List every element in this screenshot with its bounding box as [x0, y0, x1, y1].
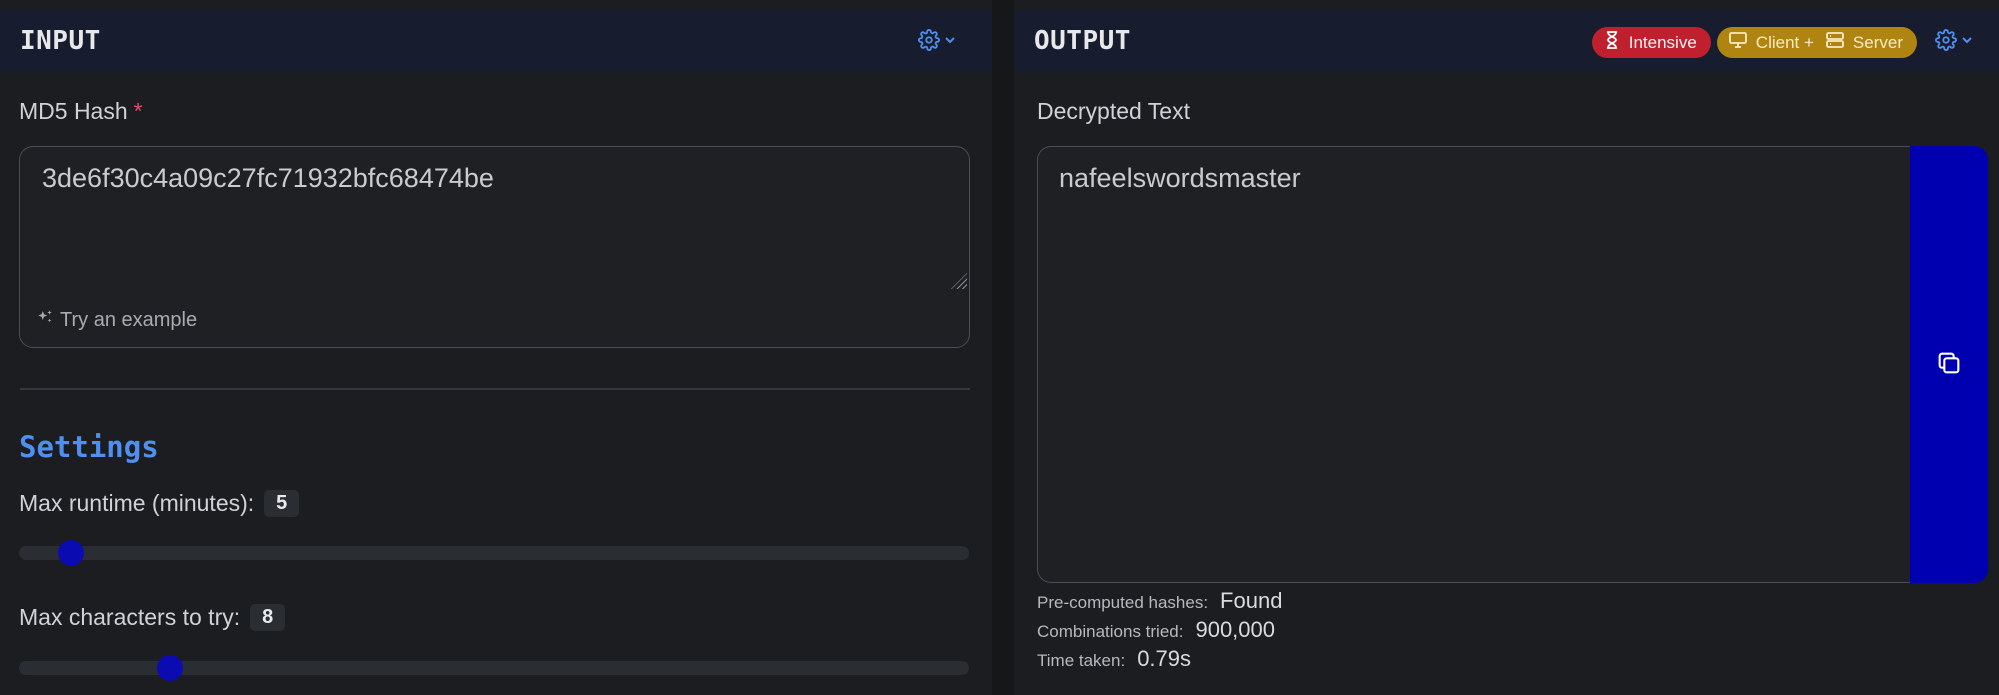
- intensive-text: Intensive: [1628, 32, 1697, 52]
- chevron-down-icon: [1961, 34, 1973, 46]
- divider: [20, 388, 970, 390]
- stat-precomputed: Pre-computed hashes: Found: [1037, 588, 1282, 617]
- stat-value: 900,000: [1195, 617, 1275, 642]
- output-settings-menu[interactable]: [1935, 29, 1973, 51]
- try-example-link[interactable]: Try an example: [36, 308, 197, 332]
- input-panel: INPUT MD5 Hash * 3de6f30c4a09c27fc71932bf…: [0, 0, 992, 695]
- input-header: INPUT: [0, 10, 992, 72]
- hourglass-icon: [1604, 31, 1629, 54]
- settings-title: Settings: [19, 430, 159, 464]
- copy-button[interactable]: [1910, 146, 1988, 583]
- output-panel: OUTPUT Intensive Client + Server Decrypt…: [1014, 0, 1999, 695]
- resize-handle[interactable]: [951, 273, 967, 289]
- max-chars-text: Max characters to try:: [19, 604, 241, 630]
- max-runtime-text: Max runtime (minutes):: [19, 490, 255, 516]
- result-label: Decrypted Text: [1037, 98, 1190, 124]
- max-runtime-thumb[interactable]: [58, 540, 85, 566]
- max-runtime-slider[interactable]: [19, 540, 969, 566]
- result-output[interactable]: nafeelswordsmaster: [1037, 146, 1927, 583]
- result-stats: Pre-computed hashes: Found Combinations …: [1037, 588, 1282, 675]
- chevron-down-icon: [944, 34, 956, 46]
- env-client-text: Client +: [1755, 32, 1814, 52]
- max-chars-thumb[interactable]: [157, 655, 184, 681]
- environment-badge: Client + Server: [1716, 27, 1917, 58]
- stat-label: Pre-computed hashes:: [1037, 593, 1209, 612]
- hash-input-value[interactable]: 3de6f30c4a09c27fc71932bfc68474be: [42, 163, 494, 194]
- max-runtime-value: 5: [264, 490, 300, 517]
- sparkle-icon: [36, 308, 54, 332]
- max-runtime-label: Max runtime (minutes): 5: [19, 490, 300, 517]
- input-settings-menu[interactable]: [918, 29, 956, 51]
- copy-icon: [1935, 349, 1963, 381]
- gear-icon: [1935, 29, 1957, 51]
- hash-label-text: MD5 Hash: [19, 98, 128, 124]
- output-title: OUTPUT: [1034, 26, 1131, 56]
- badge-group: Intensive Client + Server: [1591, 27, 1917, 58]
- hash-label: MD5 Hash *: [19, 98, 143, 125]
- input-title: INPUT: [20, 26, 101, 56]
- result-output-value[interactable]: nafeelswordsmaster: [1059, 163, 1301, 194]
- stat-combinations: Combinations tried: 900,000: [1037, 617, 1282, 646]
- max-chars-value: 8: [250, 604, 286, 631]
- max-chars-slider[interactable]: [19, 655, 969, 681]
- stat-label: Time taken:: [1037, 651, 1126, 670]
- gear-icon: [918, 29, 940, 51]
- try-example-text[interactable]: Try an example: [60, 309, 197, 332]
- monitor-icon: [1728, 32, 1756, 53]
- stat-value: 0.79s: [1137, 646, 1192, 671]
- env-server-text: Server: [1852, 32, 1903, 52]
- server-icon: [1826, 32, 1853, 53]
- max-chars-label: Max characters to try: 8: [19, 604, 286, 631]
- stat-label: Combinations tried:: [1037, 622, 1184, 641]
- required-mark: *: [133, 98, 143, 124]
- stat-value: Found: [1220, 588, 1283, 613]
- intensive-badge: Intensive: [1591, 27, 1711, 58]
- stat-time: Time taken: 0.79s: [1037, 646, 1282, 675]
